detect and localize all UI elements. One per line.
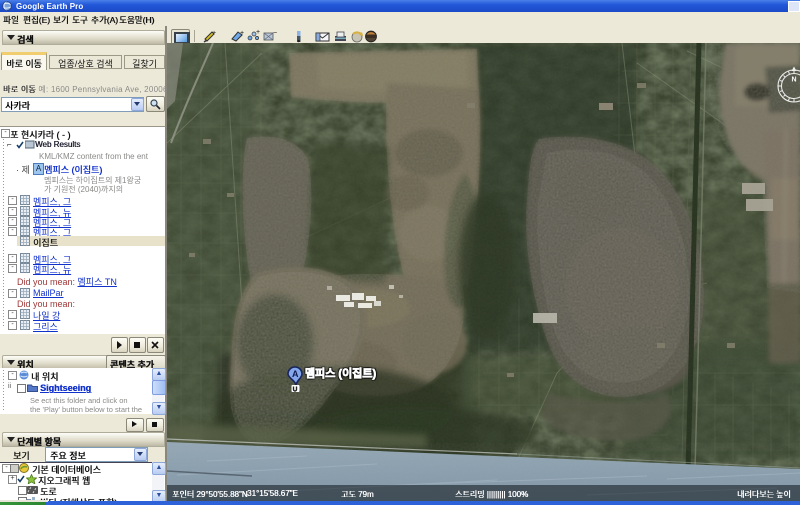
svg-text:+: + (212, 30, 216, 37)
svg-text:−: − (273, 30, 277, 37)
svg-text:N: N (792, 77, 797, 84)
svg-text:+: + (240, 30, 244, 37)
svg-text:A: A (292, 369, 299, 379)
svg-text:+: + (256, 29, 260, 36)
